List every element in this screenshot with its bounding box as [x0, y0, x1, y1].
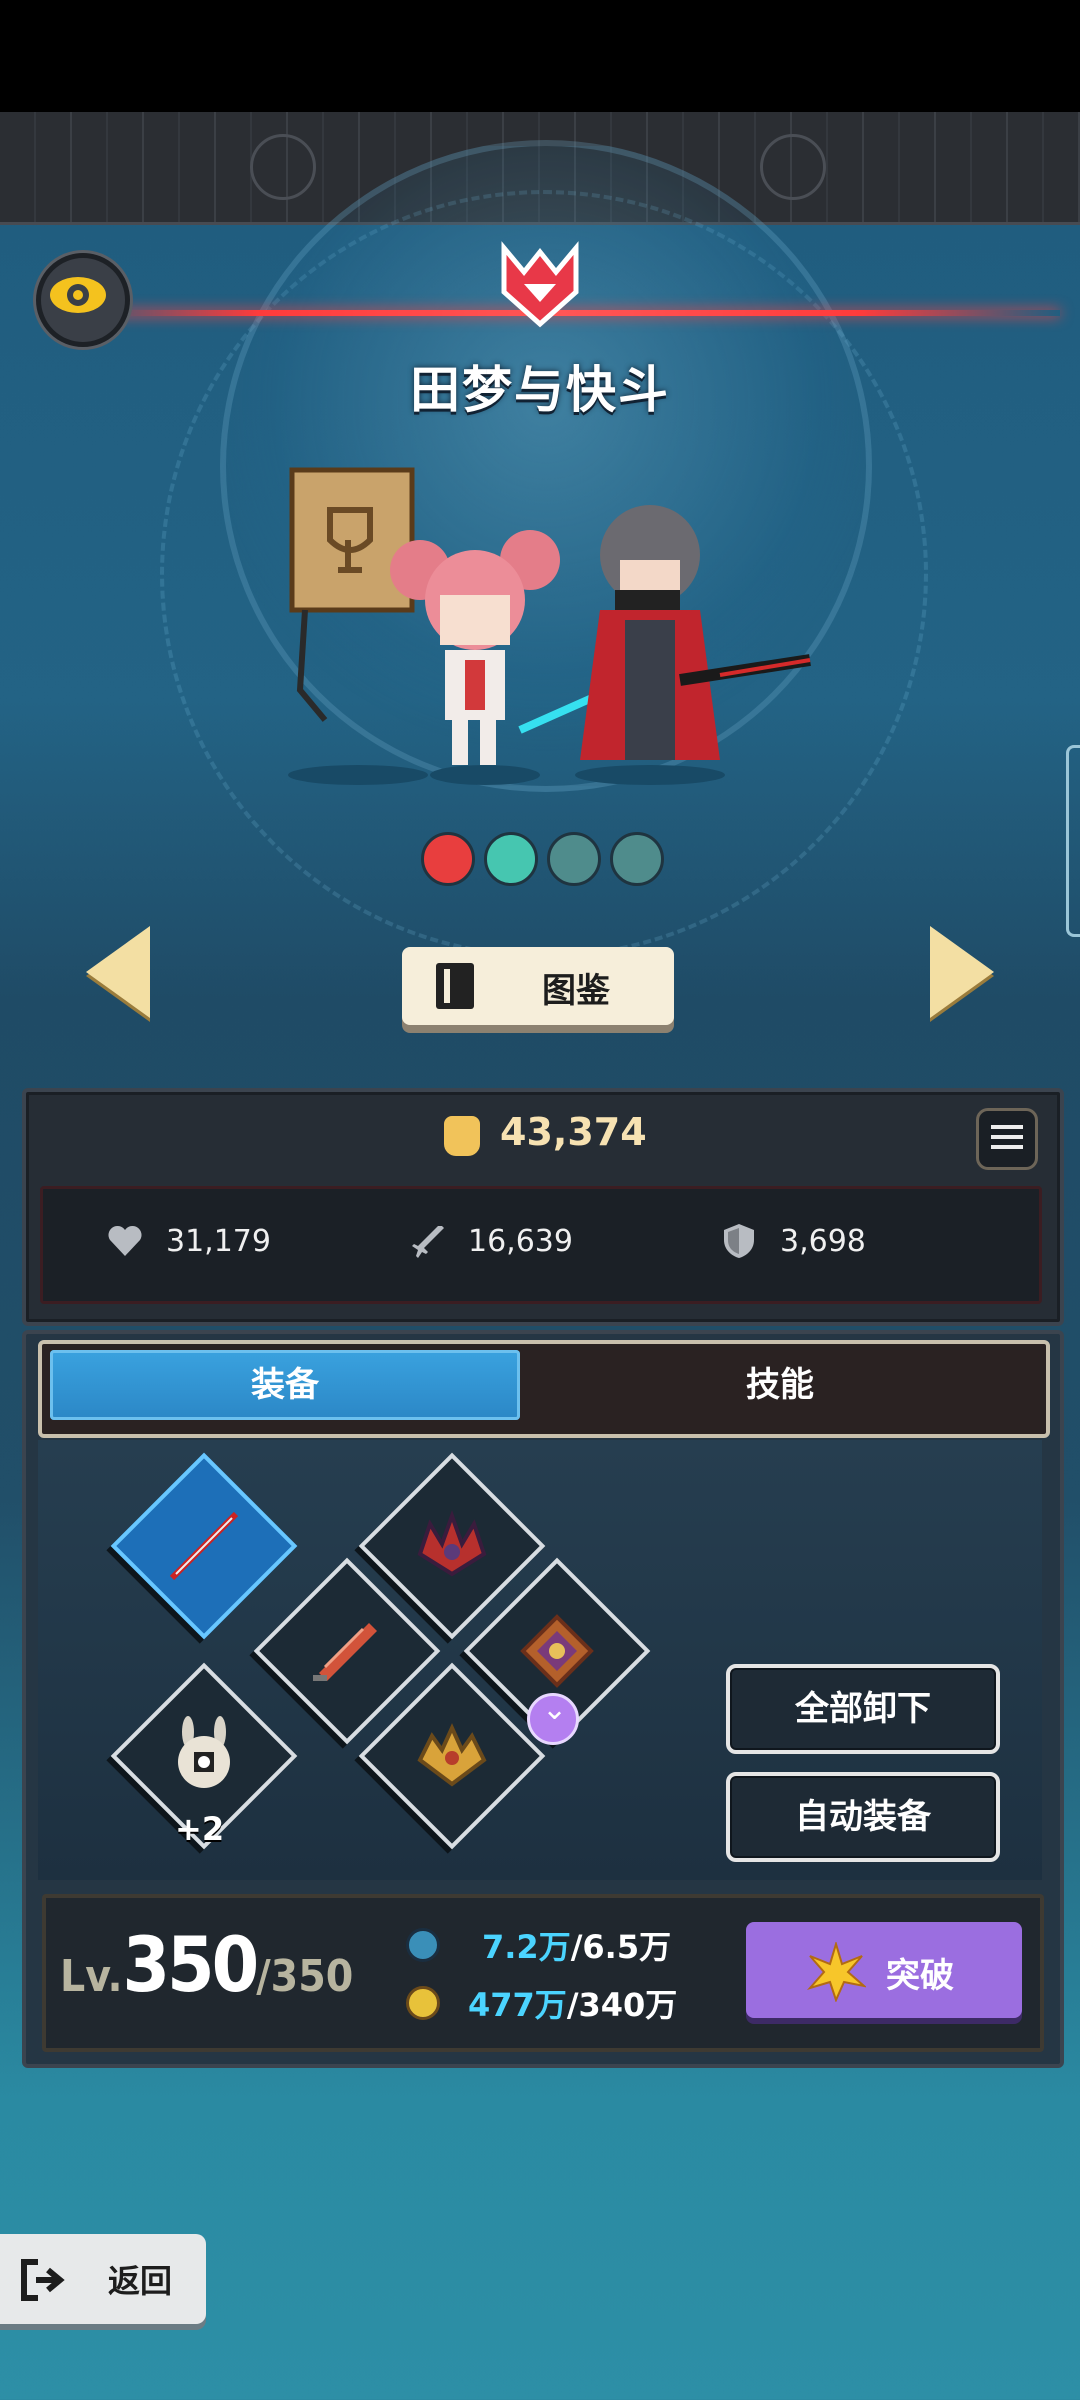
resource-1: 7.2万/6.5万	[482, 1922, 671, 1968]
resource-2-need: /340万	[566, 1986, 678, 2024]
skill-cross-icon[interactable]	[547, 832, 601, 886]
exit-arrow-icon	[21, 2259, 65, 2301]
auto-equip-button[interactable]: 自动装备	[726, 1772, 1000, 1862]
level-max: /350	[256, 1951, 354, 2002]
crimson-crown-icon	[417, 1510, 487, 1577]
tab-equipment[interactable]: 装备	[50, 1350, 520, 1420]
rank-emblem-icon	[501, 241, 579, 328]
hp-value: 31,179	[166, 1224, 271, 1259]
exp-crystal-icon	[406, 1928, 440, 1962]
level-prefix: Lv.	[60, 1951, 123, 2002]
breakthrough-button[interactable]: 突破	[746, 1922, 1022, 2018]
resource-2: 477万/340万	[468, 1980, 677, 2026]
unequip-all-button[interactable]: 全部卸下	[726, 1664, 1000, 1754]
sword-icon	[412, 1226, 444, 1258]
burst-icon	[806, 1942, 866, 2002]
twin-blade-icon	[313, 1623, 377, 1681]
codex-label: 图鉴	[542, 971, 610, 1011]
eye-icon	[50, 277, 106, 313]
golden-crest-icon	[417, 1723, 487, 1787]
previous-hero-arrow-icon[interactable]	[86, 926, 150, 1018]
katana-icon	[169, 1511, 239, 1581]
stats-detail-menu-button[interactable]	[976, 1108, 1038, 1170]
next-hero-arrow-icon[interactable]	[930, 926, 994, 1018]
tab-skills[interactable]: 技能	[530, 1350, 1030, 1420]
side-drawer-handle[interactable]	[1066, 745, 1080, 937]
resource-1-have: 7.2万	[482, 1928, 571, 1966]
shield-icon	[724, 1224, 754, 1258]
attack-value: 16,639	[468, 1224, 573, 1259]
circuit-ring	[760, 134, 826, 200]
power-fist-icon	[444, 1116, 480, 1156]
book-icon	[436, 963, 474, 1009]
upgrade-available-badge[interactable]	[527, 1692, 579, 1745]
skill-team-icon[interactable]	[610, 832, 664, 886]
circuit-ring	[250, 134, 316, 200]
hero-name: 田梦与快斗	[410, 361, 670, 419]
gold-coin-icon	[406, 1986, 440, 2020]
status-bar	[0, 0, 1080, 112]
level-display: Lv.350/350	[60, 1920, 353, 2009]
ornate-emblem-icon	[520, 1614, 594, 1688]
combat-power-value: 43,374	[500, 1110, 647, 1154]
defense-value: 3,698	[780, 1224, 866, 1259]
pet-bonus-label: +2	[175, 1810, 225, 1848]
eye-toggle-button[interactable]	[36, 253, 130, 347]
heart-icon	[108, 1225, 142, 1256]
skill-fist-icon[interactable]	[421, 832, 475, 886]
codex-button[interactable]: 图鉴	[402, 947, 674, 1025]
back-button[interactable]: 返回	[0, 2234, 206, 2324]
skill-sword-icon[interactable]	[484, 832, 538, 886]
resource-1-need: /6.5万	[570, 1928, 672, 1966]
back-label: 返回	[108, 2262, 173, 2300]
bunny-pet-icon	[178, 1716, 230, 1788]
breakthrough-label: 突破	[886, 1956, 954, 1996]
resource-2-have: 477万	[468, 1986, 567, 2024]
hero-sprites	[288, 467, 811, 785]
level-current: 350	[122, 1920, 259, 2009]
